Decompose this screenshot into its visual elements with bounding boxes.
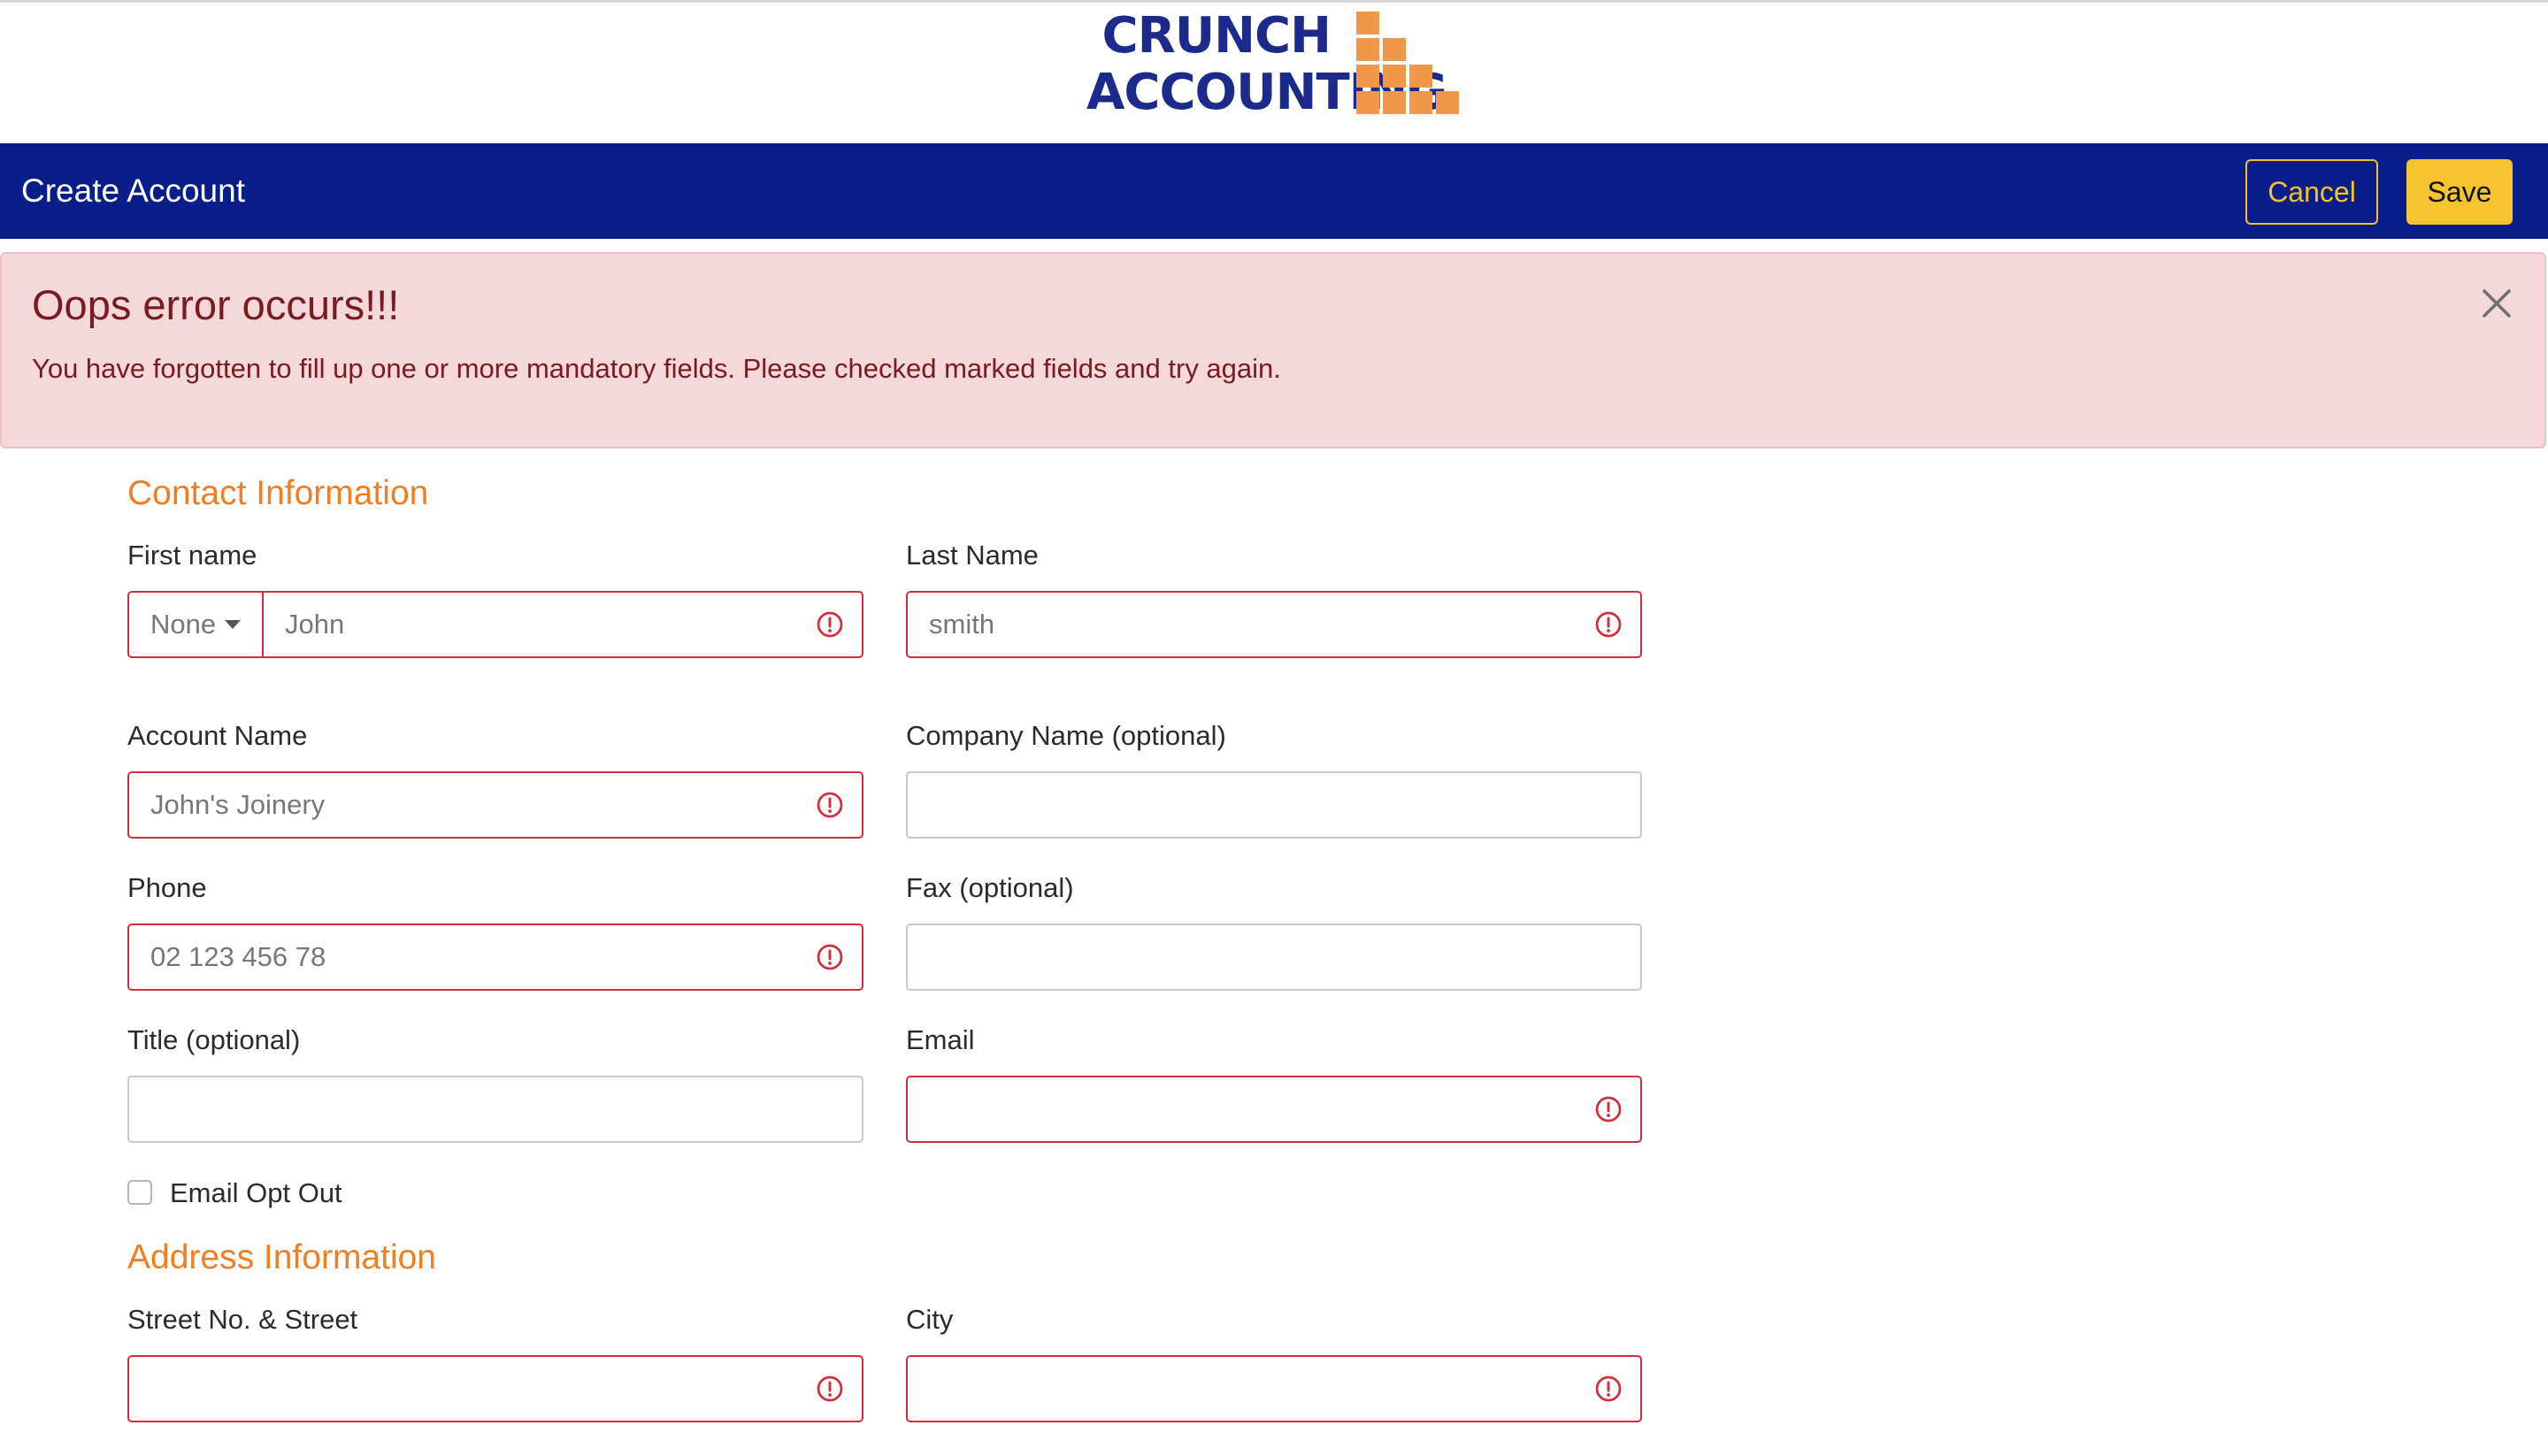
header-bar: Create Account Cancel Save	[0, 143, 2548, 239]
logo-blocks-icon	[1356, 11, 1459, 114]
page-title: Create Account	[21, 172, 245, 209]
crunch-accounting-logo: CRUNCH ACCOUNTING	[1086, 10, 1467, 134]
email-label: Email	[906, 1024, 975, 1055]
city-field[interactable]	[906, 1355, 1642, 1422]
phone-field[interactable]: 02 123 456 78	[127, 923, 863, 991]
title-label: Title (optional)	[127, 1024, 301, 1055]
company-name-field[interactable]	[906, 771, 1642, 839]
chevron-down-icon	[225, 620, 241, 629]
street-label: Street No. & Street	[127, 1304, 358, 1335]
save-button[interactable]: Save	[2406, 159, 2513, 225]
error-icon	[817, 1376, 843, 1402]
error-icon	[1595, 1376, 1622, 1402]
first-name-label: First name	[127, 540, 257, 571]
account-name-value: John's Joinery	[150, 789, 326, 820]
title-field[interactable]	[127, 1076, 863, 1143]
last-name-label: Last Name	[906, 540, 1039, 571]
error-icon	[1595, 611, 1622, 638]
email-field[interactable]	[906, 1076, 1642, 1143]
account-name-label: Account Name	[127, 720, 308, 751]
logo-wordmark: CRUNCH ACCOUNTING	[1086, 7, 1447, 123]
close-icon[interactable]	[2479, 286, 2514, 321]
error-title: Oops error occurs!!!	[32, 281, 400, 328]
last-name-value: smith	[929, 609, 995, 640]
error-icon	[1595, 1096, 1622, 1123]
error-message: You have forgotten to fill up one or mor…	[32, 353, 1281, 384]
logo-line-2: ACCOUNTING	[1086, 64, 1447, 121]
logo-bar: CRUNCH ACCOUNTING	[0, 0, 2548, 143]
contact-information-heading: Contact Information	[127, 474, 429, 512]
account-name-field[interactable]: John's Joinery	[127, 771, 863, 839]
last-name-field[interactable]: smith	[906, 591, 1642, 658]
first-name-value: John	[285, 609, 345, 640]
fax-label: Fax (optional)	[906, 872, 1074, 903]
email-opt-out-checkbox[interactable]	[127, 1180, 152, 1205]
error-alert: Oops error occurs!!! You have forgotten …	[0, 252, 2546, 448]
error-icon	[817, 792, 843, 818]
street-field[interactable]	[127, 1355, 863, 1422]
first-name-field[interactable]: None John	[127, 591, 863, 658]
fax-field[interactable]	[906, 923, 1642, 991]
error-icon	[817, 944, 843, 970]
name-prefix-dropdown[interactable]: None	[129, 593, 264, 656]
phone-value: 02 123 456 78	[150, 941, 326, 972]
name-prefix-value: None	[150, 609, 217, 640]
phone-label: Phone	[127, 872, 207, 903]
error-icon	[817, 611, 843, 638]
city-label: City	[906, 1304, 954, 1335]
email-opt-out-label[interactable]: Email Opt Out	[170, 1176, 342, 1211]
cancel-button[interactable]: Cancel	[2245, 159, 2378, 225]
logo-line-1: CRUNCH	[1101, 7, 1332, 65]
company-name-label: Company Name (optional)	[906, 720, 1226, 751]
address-information-heading: Address Information	[127, 1238, 437, 1276]
